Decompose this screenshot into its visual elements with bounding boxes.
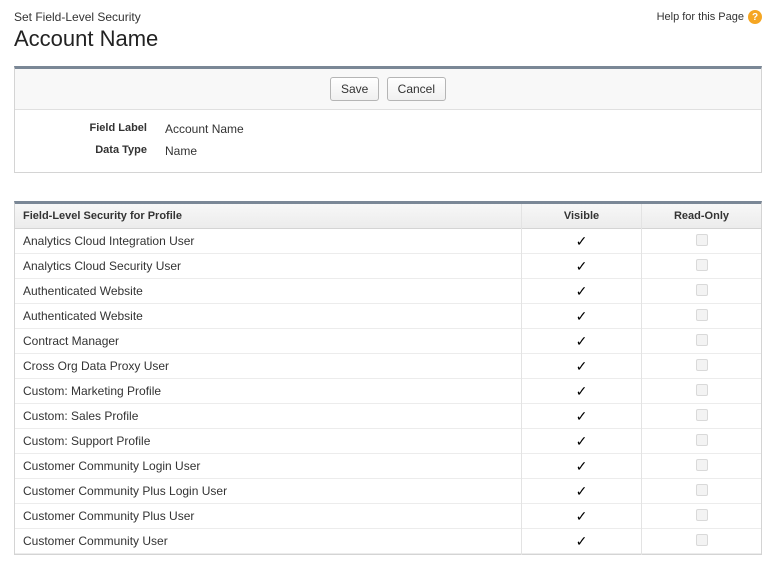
- checkmark-icon: ✓: [576, 383, 588, 399]
- readonly-cell[interactable]: [641, 403, 761, 430]
- help-icon: ?: [748, 10, 762, 24]
- checkmark-icon: ✓: [576, 258, 588, 274]
- visible-cell[interactable]: ✓: [521, 478, 641, 505]
- readonly-cell[interactable]: [641, 503, 761, 530]
- profile-name: Customer Community User: [15, 530, 521, 552]
- checkbox-disabled: [696, 359, 708, 371]
- page-title: Account Name: [14, 26, 158, 52]
- profile-name: Custom: Marketing Profile: [15, 380, 521, 402]
- table-row: Customer Community User✓: [15, 529, 761, 554]
- visible-cell[interactable]: ✓: [521, 528, 641, 555]
- checkmark-icon: ✓: [576, 358, 588, 374]
- table-row: Customer Community Login User ✓: [15, 454, 761, 479]
- checkbox-disabled: [696, 334, 708, 346]
- visible-cell[interactable]: ✓: [521, 353, 641, 380]
- checkmark-icon: ✓: [576, 283, 588, 299]
- table-row: Authenticated Website ✓: [15, 279, 761, 304]
- profile-name: Authenticated Website: [15, 280, 521, 302]
- readonly-cell[interactable]: [641, 278, 761, 305]
- readonly-cell[interactable]: [641, 528, 761, 555]
- readonly-cell[interactable]: [641, 453, 761, 480]
- fls-table: Field-Level Security for Profile Visible…: [14, 201, 762, 555]
- checkbox-disabled: [696, 284, 708, 296]
- field-label-caption: Field Label: [15, 122, 165, 136]
- help-link[interactable]: Help for this Page ?: [657, 10, 762, 24]
- profile-name: Analytics Cloud Security User: [15, 255, 521, 277]
- profile-name: Customer Community Plus User: [15, 505, 521, 527]
- checkbox-disabled: [696, 409, 708, 421]
- profile-name: Authenticated Website: [15, 305, 521, 327]
- save-button[interactable]: Save: [330, 77, 379, 101]
- checkbox-disabled: [696, 384, 708, 396]
- checkbox-disabled: [696, 534, 708, 546]
- visible-cell[interactable]: ✓: [521, 403, 641, 430]
- readonly-cell[interactable]: [641, 353, 761, 380]
- data-type-caption: Data Type: [15, 144, 165, 158]
- checkmark-icon: ✓: [576, 508, 588, 524]
- visible-cell[interactable]: ✓: [521, 378, 641, 405]
- profile-name: Contract Manager: [15, 330, 521, 352]
- visible-cell[interactable]: ✓: [521, 303, 641, 330]
- readonly-cell[interactable]: [641, 303, 761, 330]
- col-header-readonly: Read-Only: [641, 204, 761, 228]
- checkmark-icon: ✓: [576, 458, 588, 474]
- checkbox-disabled: [696, 234, 708, 246]
- checkmark-icon: ✓: [576, 483, 588, 499]
- col-header-visible: Visible: [521, 204, 641, 228]
- checkmark-icon: ✓: [576, 333, 588, 349]
- table-row: Analytics Cloud Integration User ✓: [15, 229, 761, 254]
- page-subtitle: Set Field-Level Security: [14, 10, 158, 24]
- profile-name: Custom: Support Profile: [15, 430, 521, 452]
- visible-cell[interactable]: ✓: [521, 428, 641, 455]
- checkbox-disabled: [696, 484, 708, 496]
- checkbox-disabled: [696, 434, 708, 446]
- data-type-value: Name: [165, 144, 197, 158]
- readonly-cell[interactable]: [641, 428, 761, 455]
- table-row: Contract Manager ✓: [15, 329, 761, 354]
- visible-cell[interactable]: ✓: [521, 278, 641, 305]
- visible-cell[interactable]: ✓: [521, 453, 641, 480]
- help-link-label: Help for this Page: [657, 11, 744, 23]
- table-row: Authenticated Website ✓: [15, 304, 761, 329]
- checkbox-disabled: [696, 509, 708, 521]
- profile-name: Custom: Sales Profile: [15, 405, 521, 427]
- visible-cell[interactable]: ✓: [521, 228, 641, 255]
- table-row: Customer Community Plus User ✓: [15, 504, 761, 529]
- visible-cell[interactable]: ✓: [521, 253, 641, 280]
- visible-cell[interactable]: ✓: [521, 328, 641, 355]
- profile-name: Analytics Cloud Integration User: [15, 230, 521, 252]
- table-row: Custom: Support Profile ✓: [15, 429, 761, 454]
- checkmark-icon: ✓: [576, 233, 588, 249]
- readonly-cell[interactable]: [641, 478, 761, 505]
- col-header-profile: Field-Level Security for Profile: [15, 204, 521, 228]
- table-row: Custom: Sales Profile ✓: [15, 404, 761, 429]
- checkmark-icon: ✓: [576, 433, 588, 449]
- visible-cell[interactable]: ✓: [521, 503, 641, 530]
- profile-name: Customer Community Plus Login User: [15, 480, 521, 502]
- table-row: Cross Org Data Proxy User ✓: [15, 354, 761, 379]
- checkmark-icon: ✓: [576, 308, 588, 324]
- button-row: Save Cancel: [15, 69, 761, 110]
- profile-name: Cross Org Data Proxy User: [15, 355, 521, 377]
- cancel-button[interactable]: Cancel: [387, 77, 446, 101]
- readonly-cell[interactable]: [641, 253, 761, 280]
- table-row: Customer Community Plus Login User ✓: [15, 479, 761, 504]
- readonly-cell[interactable]: [641, 328, 761, 355]
- checkbox-disabled: [696, 259, 708, 271]
- detail-panel: Save Cancel Field Label Account Name Dat…: [14, 66, 762, 173]
- checkmark-icon: ✓: [576, 408, 588, 424]
- checkbox-disabled: [696, 309, 708, 321]
- readonly-cell[interactable]: [641, 378, 761, 405]
- profile-name: Customer Community Login User: [15, 455, 521, 477]
- readonly-cell[interactable]: [641, 228, 761, 255]
- table-row: Analytics Cloud Security User ✓: [15, 254, 761, 279]
- table-row: Custom: Marketing Profile ✓: [15, 379, 761, 404]
- checkbox-disabled: [696, 459, 708, 471]
- field-label-value: Account Name: [165, 122, 244, 136]
